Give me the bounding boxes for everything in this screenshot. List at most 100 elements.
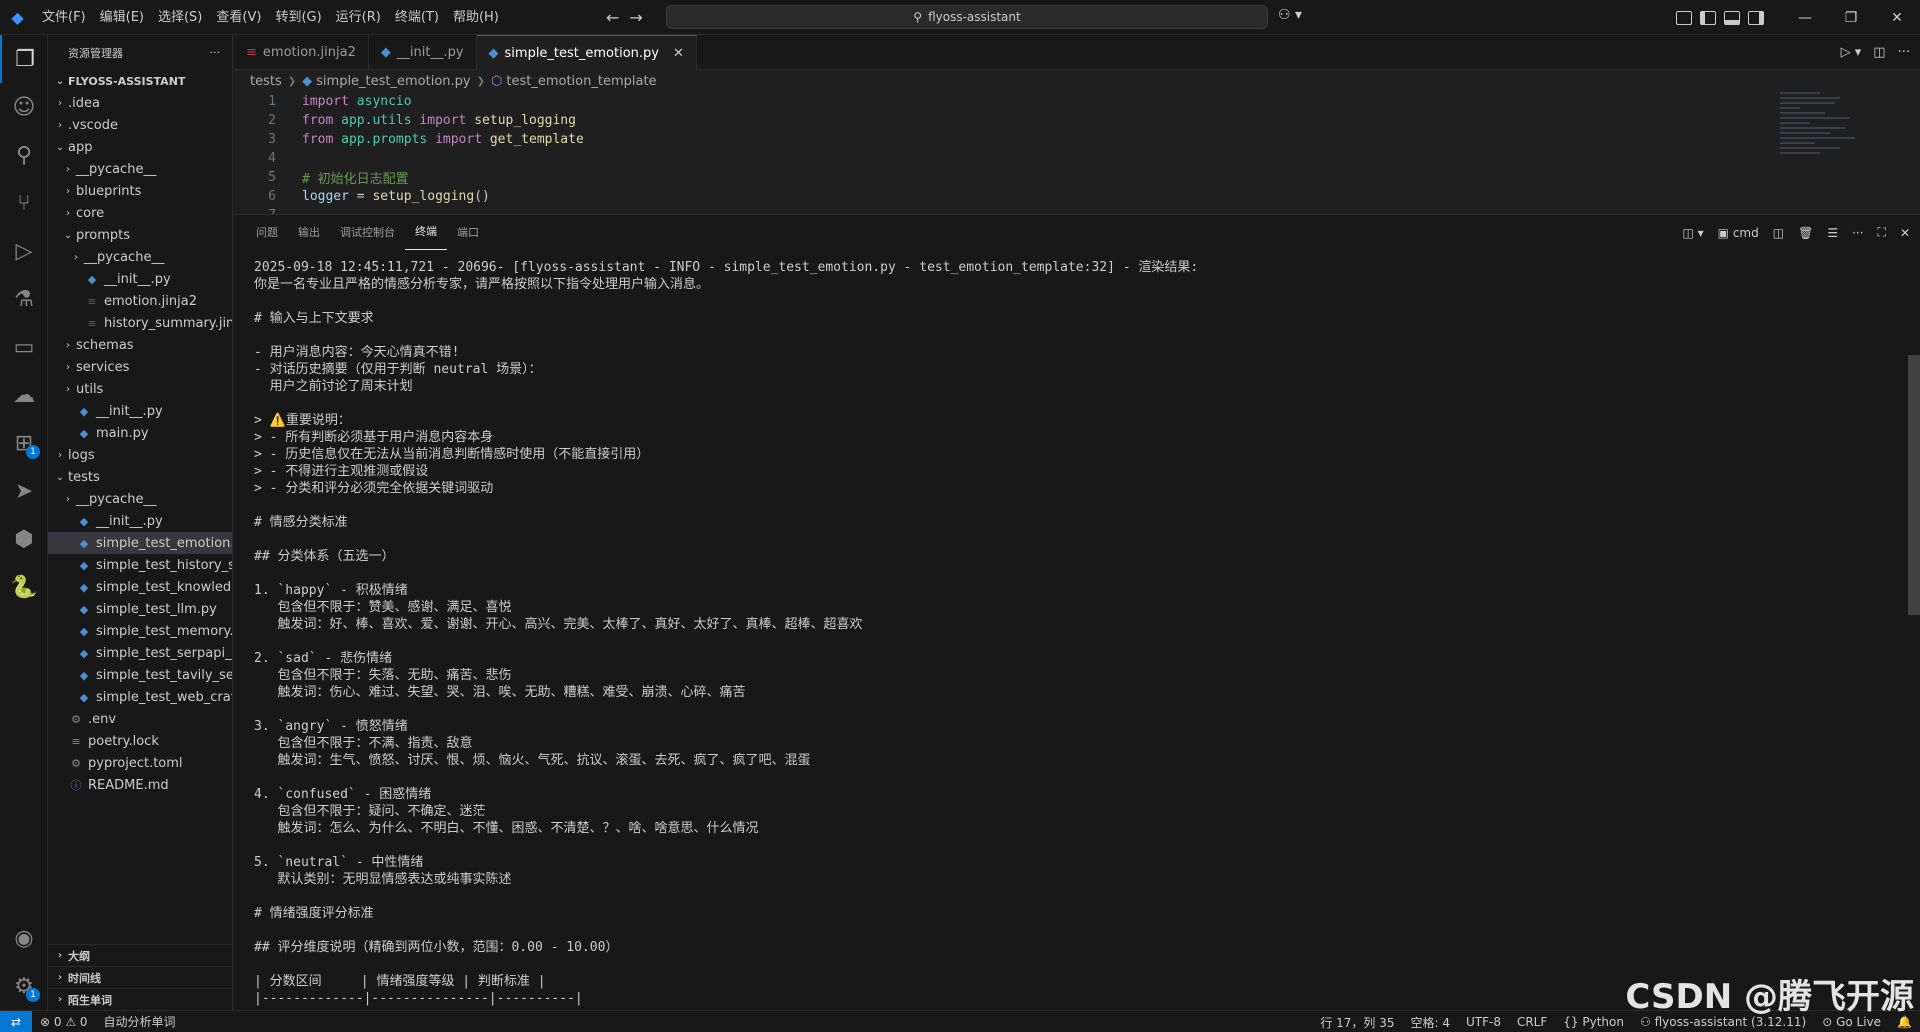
tree-item[interactable]: ⌄ prompts <box>48 224 232 246</box>
containers-icon[interactable]: ⬢ <box>0 515 48 563</box>
tree-item[interactable]: ◆ main.py <box>48 422 232 444</box>
copilot-menu-icon[interactable]: ⚇ ▾ <box>1278 7 1302 23</box>
editor-tab[interactable]: ◆ __init__.py <box>369 35 477 70</box>
customize-layout-icon[interactable] <box>1676 10 1692 25</box>
minimap[interactable] <box>1780 92 1870 192</box>
close-window-icon[interactable]: ✕ <box>1874 0 1920 35</box>
tree-item[interactable]: ◆ simple_test_serpapi_se... <box>48 642 232 664</box>
editor-more-icon[interactable]: ··· <box>1898 45 1910 60</box>
panel-tab[interactable]: 端口 <box>447 215 489 250</box>
code-editor[interactable]: 1 import asyncio 2 from app.utils import se… <box>234 92 1920 214</box>
menu-item[interactable]: 运行(R) <box>329 0 388 35</box>
toggle-panel-icon[interactable] <box>1724 10 1740 25</box>
terminal-list-icon[interactable]: ☰ <box>1827 226 1838 240</box>
explorer-icon[interactable]: ❐ <box>0 35 48 83</box>
command-center-search[interactable]: ⚲ flyoss-assistant <box>666 5 1268 29</box>
run-python-file-icon[interactable]: ▷ ▾ <box>1841 45 1862 60</box>
deploy-icon[interactable]: ➤ <box>0 467 48 515</box>
tree-item[interactable]: ≡ history_summary.jinja2 <box>48 312 232 334</box>
tree-item[interactable]: ◆ simple_test_web_crawl... <box>48 686 232 708</box>
tree-item[interactable]: ◆ simple_test_tavily_servi... <box>48 664 232 686</box>
tree-item[interactable]: › core <box>48 202 232 224</box>
settings-gear-icon[interactable]: ⚙ 1 <box>0 962 48 1010</box>
testing-icon[interactable]: ⚗ <box>0 275 48 323</box>
encoding[interactable]: UTF-8 <box>1458 1015 1509 1029</box>
tree-item[interactable]: ◆ __init__.py <box>48 510 232 532</box>
sidebar-section-1[interactable]: › 时间线 <box>48 966 232 988</box>
minimize-icon[interactable]: — <box>1782 0 1828 35</box>
arrow-left-icon[interactable]: ← <box>606 8 619 27</box>
sidebar-section-2[interactable]: › 陌生单词 <box>48 988 232 1010</box>
remote-indicator-icon[interactable]: ⇄ <box>0 1010 32 1032</box>
tree-item[interactable]: ⚙ .env <box>48 708 232 730</box>
maximize-panel-icon[interactable]: ⛶ <box>1878 225 1886 240</box>
breadcrumb-symbol[interactable]: test_emotion_template <box>506 74 656 89</box>
source-control-icon[interactable]: ⑂ <box>0 179 48 227</box>
indentation[interactable]: 空格: 4 <box>1402 1014 1458 1031</box>
panel-tab[interactable]: 问题 <box>246 215 288 250</box>
panel-tab[interactable]: 输出 <box>288 215 330 250</box>
tree-item[interactable]: ◆ __init__.py <box>48 400 232 422</box>
tree-item[interactable]: ⌄ app <box>48 136 232 158</box>
tree-item[interactable]: › .idea <box>48 92 232 114</box>
close-tab-icon[interactable]: ✕ <box>673 46 684 61</box>
tree-item[interactable]: ◆ simple_test_memory.py <box>48 620 232 642</box>
menu-item[interactable]: 帮助(H) <box>446 0 506 35</box>
tree-item[interactable]: › .vscode <box>48 114 232 136</box>
sidebar-section-0[interactable]: › 大纲 <box>48 944 232 966</box>
tree-item[interactable]: ≡ poetry.lock <box>48 730 232 752</box>
end-of-line[interactable]: CRLF <box>1509 1015 1555 1029</box>
menu-item[interactable]: 查看(V) <box>209 0 268 35</box>
python-icon[interactable]: 🐍 <box>0 563 48 611</box>
terminal-output[interactable]: 2025-09-18 12:45:11,721 - 20696- [flyoss… <box>254 259 1854 1009</box>
tree-item[interactable]: › __pycache__ <box>48 488 232 510</box>
terminal-scrollbar[interactable] <box>1908 355 1920 615</box>
toggle-secondary-sidebar-icon[interactable] <box>1748 10 1764 25</box>
kill-terminal-icon[interactable]: 🗑 <box>1798 226 1813 240</box>
arrow-right-icon[interactable]: → <box>629 8 642 27</box>
tree-item[interactable]: › utils <box>48 378 232 400</box>
run-debug-icon[interactable]: ▷ <box>0 227 48 275</box>
tree-item[interactable]: › schemas <box>48 334 232 356</box>
menu-item[interactable]: 选择(S) <box>151 0 209 35</box>
tree-item[interactable]: › logs <box>48 444 232 466</box>
copilot-icon[interactable]: ☺ <box>0 83 48 131</box>
search-icon[interactable]: ⚲ <box>0 131 48 179</box>
tree-item[interactable]: ◆ simple_test_history_su... <box>48 554 232 576</box>
menu-item[interactable]: 文件(F) <box>35 0 93 35</box>
terminal-shell-label[interactable]: ▣ cmd <box>1718 226 1759 240</box>
language-mode[interactable]: {} Python <box>1555 1015 1632 1029</box>
tree-item[interactable]: ◆ simple_test_knowledge... <box>48 576 232 598</box>
breadcrumb-file[interactable]: simple_test_emotion.py <box>316 74 470 89</box>
tree-item[interactable]: ⌄ tests <box>48 466 232 488</box>
menu-item[interactable]: 转到(G) <box>268 0 328 35</box>
more-actions-icon[interactable]: ··· <box>210 46 221 59</box>
tree-item[interactable]: ⓘ README.md <box>48 774 232 796</box>
tree-item[interactable]: ◆ simple_test_emotion.py <box>48 532 232 554</box>
panel-tab[interactable]: 终端 <box>405 215 447 250</box>
tree-item[interactable]: ◆ __init__.py <box>48 268 232 290</box>
tree-item[interactable]: › __pycache__ <box>48 158 232 180</box>
tree-item[interactable]: ≡ emotion.jinja2 <box>48 290 232 312</box>
panel-tab[interactable]: 调试控制台 <box>330 215 405 250</box>
editor-tab[interactable]: ◆ simple_test_emotion.py ✕ <box>476 35 697 70</box>
auto-analyze-words[interactable]: 自动分析单词 <box>96 1013 184 1030</box>
menu-item[interactable]: 编辑(E) <box>93 0 151 35</box>
panel-more-icon[interactable]: ··· <box>1852 226 1863 240</box>
extensions-icon[interactable]: ⊞ 1 <box>0 419 48 467</box>
menu-item[interactable]: 终端(T) <box>388 0 446 35</box>
account-icon[interactable]: ◉ <box>0 914 48 962</box>
tree-item[interactable]: ⚙ pyproject.toml <box>48 752 232 774</box>
tree-item[interactable]: › services <box>48 356 232 378</box>
close-panel-icon[interactable]: ✕ <box>1900 226 1910 240</box>
new-terminal-icon[interactable]: ◫ ▾ <box>1682 226 1703 240</box>
workspace-root[interactable]: ⌄ FLYOSS-ASSISTANT <box>48 70 232 92</box>
split-editor-icon[interactable]: ◫ <box>1873 45 1885 60</box>
problems-indicator[interactable]: ⊗ 0 ⚠ 0 <box>32 1015 96 1029</box>
tree-item[interactable]: ◆ simple_test_llm.py <box>48 598 232 620</box>
breadcrumb-folder[interactable]: tests <box>250 74 282 89</box>
tree-item[interactable]: › blueprints <box>48 180 232 202</box>
restore-icon[interactable]: ❐ <box>1828 0 1874 35</box>
toggle-primary-sidebar-icon[interactable] <box>1700 10 1716 25</box>
remote-explorer-icon[interactable]: ▭ <box>0 323 48 371</box>
